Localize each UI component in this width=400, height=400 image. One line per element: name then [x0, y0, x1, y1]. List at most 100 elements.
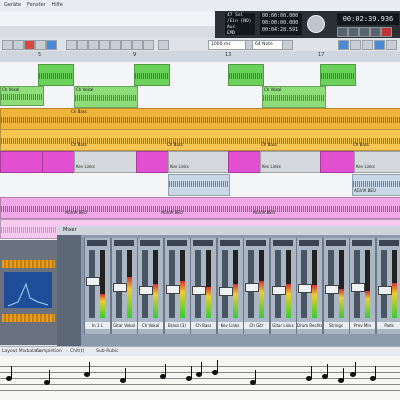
midi-clip[interactable] [228, 151, 262, 173]
audio-clip[interactable]: AGVIA BEU AGVIA BEU AGVIA BEU [0, 197, 400, 219]
channel-name[interactable]: Brass (3) [164, 322, 190, 329]
volume-fader-track[interactable] [274, 250, 281, 318]
channel-mode-button[interactable] [193, 240, 213, 246]
tool-button[interactable] [132, 40, 143, 50]
channel-mode-button[interactable] [219, 240, 240, 246]
quantize-field[interactable]: 64 Note [252, 40, 284, 50]
volume-fader-handle[interactable] [165, 284, 180, 294]
audio-clip[interactable] [38, 64, 74, 86]
audio-clip[interactable]: Ch Bass Ch Bass Ch Bass Ch Bass [0, 129, 400, 151]
channel-name[interactable]: Prev Min [350, 322, 375, 329]
channel-mode-button[interactable] [140, 240, 160, 246]
volume-fader-handle[interactable] [192, 286, 206, 295]
volume-fader-track[interactable] [221, 250, 228, 318]
audio-clip[interactable]: Ch Vokal [262, 86, 326, 108]
channel-name[interactable]: Drum Rechts [297, 322, 322, 329]
midi-clip[interactable]: Kev Links [74, 151, 138, 173]
tool-button[interactable] [374, 40, 385, 50]
volume-fader-handle[interactable] [86, 277, 100, 286]
channel-name[interactable]: Kev Links [217, 322, 243, 329]
channel-meter-level [100, 294, 105, 318]
tool-button[interactable] [2, 40, 13, 50]
status-item[interactable]: Completion [36, 349, 62, 354]
volume-fader-handle[interactable] [298, 284, 312, 294]
note-stem [327, 364, 328, 376]
channel-name[interactable]: Ch Gitr [244, 322, 269, 329]
menu-item-devices[interactable]: Geräte [4, 0, 21, 11]
tool-button[interactable] [121, 40, 132, 50]
forward-button[interactable] [348, 27, 359, 37]
channel-name[interactable]: Gitar Vokal [111, 322, 137, 329]
tool-button[interactable] [88, 40, 99, 50]
channel-mode-button[interactable] [378, 240, 399, 246]
selection-tool-button[interactable] [46, 40, 57, 50]
channel-mode-button[interactable] [352, 240, 372, 246]
channel-name[interactable]: Ch Bass [191, 322, 216, 329]
channel-name[interactable]: In 1 L [85, 322, 110, 329]
rewind-button[interactable] [337, 27, 348, 37]
status-item[interactable]: Chit(t) [70, 349, 84, 354]
volume-fader-track[interactable] [327, 250, 334, 318]
midi-clip[interactable] [42, 151, 76, 173]
jog-wheel[interactable] [307, 15, 325, 33]
volume-fader-handle[interactable] [112, 283, 127, 292]
audio-clip[interactable] [228, 64, 264, 86]
tool-button[interactable] [99, 40, 110, 50]
midi-clip[interactable] [320, 151, 356, 173]
channel-name[interactable]: Pads [376, 322, 400, 329]
volume-fader-handle[interactable] [271, 286, 286, 295]
volume-fader-track[interactable] [380, 250, 387, 318]
midi-clip[interactable]: Kev Links [168, 151, 230, 173]
channel-mode-button[interactable] [87, 240, 107, 246]
channel-mode-button[interactable] [113, 240, 134, 246]
channel-name[interactable]: Strings [323, 322, 349, 329]
note-stem [49, 370, 50, 382]
audio-clip[interactable]: AGVIA BEU [352, 174, 400, 196]
midi-clip[interactable] [136, 151, 170, 173]
stop-button[interactable] [359, 27, 370, 37]
volume-fader-handle[interactable] [377, 286, 392, 295]
volume-fader-handle[interactable] [218, 287, 233, 297]
volume-fader-handle[interactable] [139, 286, 153, 295]
tool-button[interactable] [13, 40, 24, 50]
channel-mode-button[interactable] [299, 240, 319, 246]
audio-clip[interactable]: Ch Vokal [0, 86, 44, 106]
audio-clip[interactable] [168, 174, 230, 196]
tool-button[interactable] [282, 40, 293, 50]
tool-button[interactable] [35, 40, 46, 50]
tool-button[interactable] [66, 40, 77, 50]
record-button[interactable] [381, 27, 392, 37]
tool-button[interactable] [350, 40, 361, 50]
tool-button[interactable] [77, 40, 88, 50]
channel-mode-button[interactable] [325, 240, 346, 246]
tool-button[interactable] [158, 40, 169, 50]
volume-fader-track[interactable] [195, 250, 201, 318]
volume-fader-track[interactable] [142, 250, 148, 318]
tool-button[interactable] [110, 40, 121, 50]
volume-fader-handle[interactable] [324, 285, 339, 295]
volume-fader-handle[interactable] [351, 283, 365, 292]
status-item[interactable]: Sub-Rubic [96, 349, 119, 354]
menu-item-window[interactable]: Fenster [27, 0, 46, 11]
record-mode-button[interactable] [24, 40, 35, 50]
midi-clip[interactable]: Kev Links [260, 151, 322, 173]
midi-clip[interactable]: Kev Links [354, 151, 400, 173]
channel-mode-button[interactable] [246, 240, 266, 246]
tool-button[interactable] [362, 40, 373, 50]
play-button[interactable] [370, 27, 381, 37]
audio-clip[interactable] [134, 64, 170, 86]
channel-name[interactable]: Ch Vokal [138, 322, 163, 329]
tool-button[interactable] [143, 40, 154, 50]
channel-mode-button[interactable] [272, 240, 293, 246]
channel-mode-button[interactable] [166, 240, 187, 246]
audio-clip[interactable]: Ch Vokal [74, 86, 138, 108]
tool-button[interactable] [338, 40, 349, 50]
volume-fader-handle[interactable] [245, 283, 259, 292]
audio-clip[interactable]: Ch Bass [0, 108, 400, 130]
tool-button[interactable] [386, 40, 397, 50]
snap-field[interactable]: 1000 ms [208, 40, 246, 50]
channel-name[interactable]: Gitar Links [270, 322, 296, 329]
menu-item-help[interactable]: Hilfe [52, 0, 63, 11]
audio-clip[interactable] [320, 64, 356, 86]
midi-clip[interactable] [0, 151, 44, 173]
